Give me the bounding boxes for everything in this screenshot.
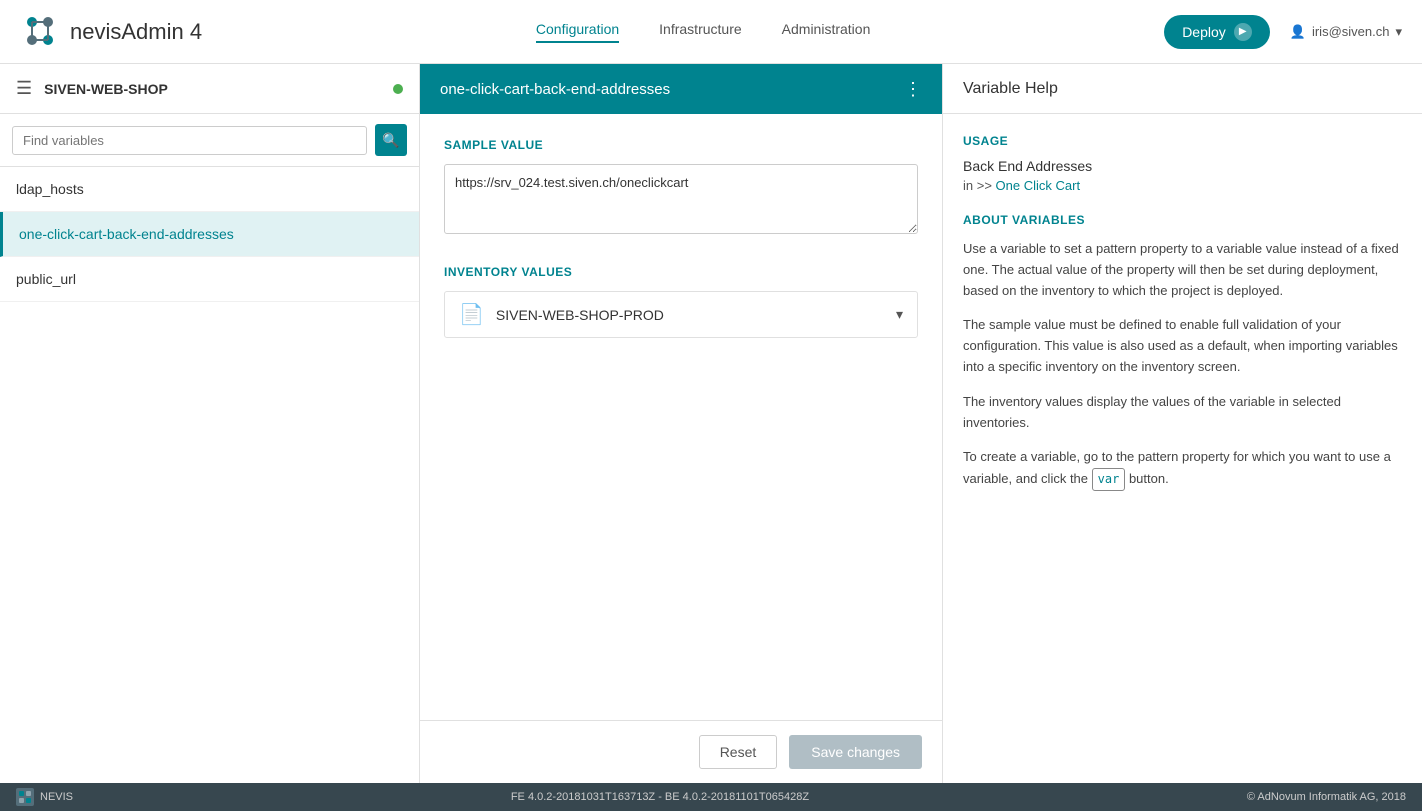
sample-value-textarea[interactable]: https://srv_024.test.siven.ch/oneclickca…	[444, 164, 918, 234]
logo-area: nevisAdmin 4	[20, 12, 202, 52]
status-dot	[393, 84, 403, 94]
after-badge-text: button.	[1129, 471, 1169, 486]
deploy-button[interactable]: Deploy ▶	[1164, 15, 1270, 49]
nav-configuration[interactable]: Configuration	[536, 21, 619, 43]
content-menu-icon[interactable]: ⋮	[904, 79, 922, 100]
copyright: © AdNovum Informatik AG, 2018	[1247, 791, 1406, 803]
user-chevron-icon: ▾	[1395, 24, 1402, 40]
content-panel: one-click-cart-back-end-addresses ⋮ SAMP…	[420, 64, 942, 783]
sidebar-item-one-click-cart[interactable]: one-click-cart-back-end-addresses	[0, 212, 419, 257]
statusbar: NEVIS FE 4.0.2-20181031T163713Z - BE 4.0…	[0, 783, 1422, 811]
nevis-logo-bar: NEVIS	[16, 788, 73, 806]
topnav: nevisAdmin 4 Configuration Infrastructur…	[0, 0, 1422, 64]
sidebar-item-public-url[interactable]: public_url	[0, 257, 419, 302]
sample-value-label: SAMPLE VALUE	[444, 138, 918, 152]
user-email: iris@siven.ch	[1312, 24, 1390, 39]
inventory-section: INVENTORY VALUES 📄 SIVEN-WEB-SHOP-PROD ▾	[444, 265, 918, 338]
search-area: 🔍	[0, 114, 419, 167]
right-panel: Variable Help USAGE Back End Addresses i…	[942, 64, 1422, 783]
inventory-values-label: INVENTORY VALUES	[444, 265, 918, 279]
right-panel-body: USAGE Back End Addresses in >> One Click…	[943, 114, 1422, 783]
usage-title: USAGE	[963, 134, 1402, 148]
about-paragraph-4: To create a variable, go to the pattern …	[963, 447, 1402, 491]
save-changes-button[interactable]: Save changes	[789, 735, 922, 769]
sidebar-header: ☰ SIVEN-WEB-SHOP	[0, 64, 419, 114]
search-icon: 🔍	[382, 132, 399, 149]
usage-path: in >> One Click Cart	[963, 178, 1402, 193]
chevron-down-icon: ▾	[896, 306, 903, 323]
search-input[interactable]	[12, 126, 367, 155]
app-logo-icon	[20, 12, 60, 52]
about-paragraph-2: The sample value must be defined to enab…	[963, 315, 1402, 377]
user-icon: 👤	[1290, 24, 1306, 40]
sidebar: ☰ SIVEN-WEB-SHOP 🔍 ldap_hosts one-click-…	[0, 64, 420, 783]
usage-value: Back End Addresses	[963, 158, 1402, 174]
app-title: nevisAdmin 4	[70, 19, 202, 45]
nevis-icon	[16, 788, 34, 806]
content-footer: Reset Save changes	[420, 720, 942, 783]
inventory-name: SIVEN-WEB-SHOP-PROD	[496, 307, 884, 323]
sidebar-item-ldap-hosts[interactable]: ldap_hosts	[0, 167, 419, 212]
sidebar-title: SIVEN-WEB-SHOP	[44, 81, 381, 97]
hamburger-icon[interactable]: ☰	[16, 78, 32, 99]
deploy-label: Deploy	[1182, 24, 1226, 40]
var-badge: var	[1092, 468, 1126, 491]
version-info: FE 4.0.2-20181031T163713Z - BE 4.0.2-201…	[511, 791, 809, 803]
about-paragraph-1: Use a variable to set a pattern property…	[963, 239, 1402, 301]
nav-links: Configuration Infrastructure Administrat…	[242, 21, 1164, 43]
nav-infrastructure[interactable]: Infrastructure	[659, 21, 741, 43]
usage-in: in >>	[963, 178, 992, 193]
user-area: 👤 iris@siven.ch ▾	[1290, 24, 1402, 40]
search-button[interactable]: 🔍	[375, 124, 407, 156]
about-title: ABOUT VARIABLES	[963, 213, 1402, 227]
sidebar-list: ldap_hosts one-click-cart-back-end-addre…	[0, 167, 419, 783]
nav-administration[interactable]: Administration	[782, 21, 871, 43]
play-icon: ▶	[1234, 23, 1252, 41]
content-body: SAMPLE VALUE https://srv_024.test.siven.…	[420, 114, 942, 720]
nevis-label: NEVIS	[40, 791, 73, 803]
right-panel-header: Variable Help	[943, 64, 1422, 114]
usage-link[interactable]: One Click Cart	[996, 178, 1081, 193]
file-icon: 📄	[459, 302, 484, 327]
about-paragraph-3: The inventory values display the values …	[963, 392, 1402, 434]
inventory-item[interactable]: 📄 SIVEN-WEB-SHOP-PROD ▾	[444, 291, 918, 338]
reset-button[interactable]: Reset	[699, 735, 778, 769]
content-title: one-click-cart-back-end-addresses	[440, 81, 670, 98]
content-header: one-click-cart-back-end-addresses ⋮	[420, 64, 942, 114]
main-layout: ☰ SIVEN-WEB-SHOP 🔍 ldap_hosts one-click-…	[0, 64, 1422, 783]
